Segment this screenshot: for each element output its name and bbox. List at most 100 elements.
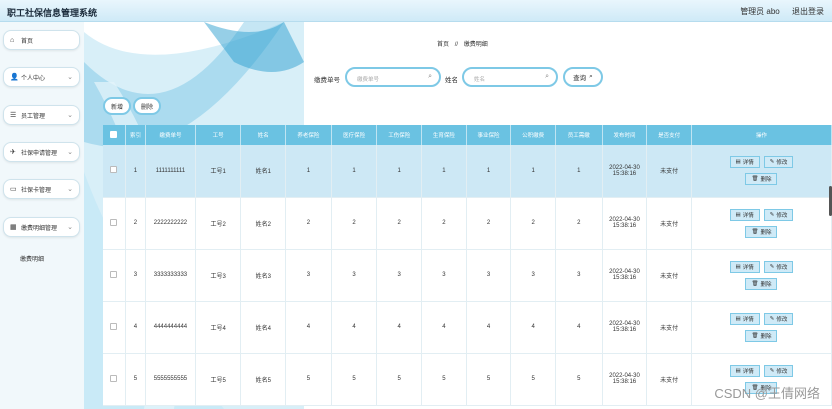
row-checkbox[interactable] [110,322,118,330]
row-checkbox[interactable] [110,218,118,226]
row-select-cell[interactable] [103,145,126,198]
bulk-delete-button[interactable]: 删除 [133,97,161,115]
add-button-label: 新增 [110,104,123,111]
delete-button[interactable]: 🗑 删除 [745,329,778,342]
sidebar-item-label: 个人中心 [21,75,46,82]
table-row[interactable]: 2 2222222222 工号2 姓名2 2 2 2 2 2 2 2 2022-04-30 15:38:… [103,197,832,250]
edit-button-label: 修改 [776,368,788,375]
name-input[interactable]: 姓名 ⌕ [462,67,558,87]
cell-order: 1111111111 [145,145,196,198]
select-all-checkbox[interactable] [110,130,118,138]
table-row[interactable]: 1 1111111111 工号1 姓名1 1 1 1 1 1 1 1 2022-04-30 15:38:… [103,145,832,198]
edit-button[interactable]: ✎ 修改 [763,364,794,377]
select-all-cell[interactable] [103,125,126,145]
sidebar-item-1[interactable]: 👤 个人中心 ⌄ [3,67,80,87]
cell-publish-time: 2022-04-30 15:38:16 [602,301,648,354]
table-row[interactable]: 4 4444444444 工号4 姓名4 4 4 4 4 4 4 4 2022-04-30 15:38:… [103,301,832,354]
sidebar-item-label: 缴费明细管理 [21,225,58,232]
cell-operations: ▤ 详情 ✎ 修改 🗑 删除 [691,145,832,198]
detail-button[interactable]: ▤ 详情 [729,156,760,169]
cell-v1: 1 [285,145,332,198]
cell-v7: 3 [555,249,603,302]
cell-v6: 3 [510,249,556,302]
chevron-down-icon: ⌄ [67,149,73,156]
cell-job: 工号1 [195,145,242,198]
row-checkbox[interactable] [110,374,118,382]
edit-button[interactable]: ✎ 修改 [763,156,794,169]
user-label: 管理员 abo [740,7,780,16]
order-no-placeholder: 缴费单号 [357,77,380,83]
detail-button[interactable]: ▤ 详情 [729,312,760,325]
cell-idx: 4 [125,301,147,354]
sidebar-item-label: 社保卡管理 [21,187,52,194]
edit-button[interactable]: ✎ 修改 [763,312,794,325]
edit-button-label: 修改 [776,212,788,219]
search-icon: ⌕ [589,73,593,80]
column-header: 生育保险 [421,125,467,145]
table-row[interactable]: 3 3333333333 工号3 姓名3 3 3 3 3 3 3 3 2022-04-30 15:38:… [103,249,832,302]
cell-v5: 5 [466,353,512,406]
add-button[interactable]: 新增 [103,97,131,115]
cell-paid-status: 未支付 [646,249,692,302]
edit-button[interactable]: ✎ 修改 [763,208,794,221]
order-no-input[interactable]: 缴费单号 ⌕ [345,67,441,87]
row-select-cell[interactable] [103,197,126,250]
row-select-cell[interactable] [103,353,126,406]
cell-name: 姓名2 [240,197,287,250]
cell-order: 3333333333 [145,249,196,302]
cell-v3: 5 [376,353,423,406]
trash-icon: 🗑 [751,228,759,235]
row-checkbox[interactable] [110,166,118,174]
sidebar-item-3[interactable]: ✈ 社保申请管理 ⌄ [3,142,80,162]
cell-publish-time: 2022-04-30 15:38:16 [602,197,648,250]
delete-button[interactable]: 🗑 删除 [745,173,778,186]
sidebar-item-0[interactable]: ⌂ 首页 [3,30,80,50]
row-checkbox[interactable] [110,270,118,278]
cell-v1: 5 [285,353,332,406]
column-header: 医疗保险 [331,125,378,145]
cell-idx: 3 [125,249,147,302]
logout-link[interactable]: 退出登录 [792,7,824,16]
breadcrumb: 首页 // 缴费明细 [435,39,490,48]
cell-v3: 1 [376,145,423,198]
card-icon: ▭ [10,186,17,193]
detail-icon: ▤ [735,263,741,270]
cell-paid-status: 未支付 [646,353,692,406]
search-button-label: 查询 [573,75,587,82]
cell-publish-time: 2022-04-30 15:38:16 [602,353,648,406]
home-icon: ⌂ [10,36,15,44]
cell-v6: 2 [510,197,556,250]
detail-button[interactable]: ▤ 详情 [729,260,760,273]
cell-order: 2222222222 [145,197,196,250]
cell-v2: 4 [331,301,378,354]
edit-button[interactable]: ✎ 修改 [763,260,794,273]
sidebar-item-5[interactable]: ▦ 缴费明细管理 ⌄ [3,217,80,237]
delete-button[interactable]: 🗑 删除 [745,277,778,290]
order-no-label: 缴费单号 [314,77,340,84]
cell-v1: 2 [285,197,332,250]
detail-icon: ▤ [735,159,741,166]
edit-icon: ✎ [769,315,775,322]
column-header: 是否支付 [646,125,692,145]
edit-button-label: 修改 [776,316,788,323]
cell-name: 姓名4 [240,301,287,354]
publish-time: 15:38:16 [612,223,637,229]
publish-time: 15:38:16 [612,327,637,333]
cell-publish-time: 2022-04-30 15:38:16 [602,249,648,302]
search-button[interactable]: 查询 ⌕ [563,67,603,87]
sidebar-item-2[interactable]: ☰ 员工管理 ⌄ [3,105,80,125]
cell-v2: 2 [331,197,378,250]
sidebar-item-4[interactable]: ▭ 社保卡管理 ⌄ [3,179,80,199]
delete-button[interactable]: 🗑 删除 [745,225,778,238]
detail-button[interactable]: ▤ 详情 [729,208,760,221]
detail-button[interactable]: ▤ 详情 [729,364,760,377]
cell-v4: 4 [421,301,467,354]
breadcrumb-home[interactable]: 首页 [437,42,449,48]
sidebar-subitem-payment-detail[interactable]: 缴费明细 [20,254,44,263]
row-select-cell[interactable] [103,301,126,354]
cell-paid-status: 未支付 [646,301,692,354]
cell-v7: 1 [555,145,603,198]
cell-operations: ▤ 详情 ✎ 修改 🗑 删除 [691,249,832,302]
cell-job: 工号5 [195,353,242,406]
row-select-cell[interactable] [103,249,126,302]
